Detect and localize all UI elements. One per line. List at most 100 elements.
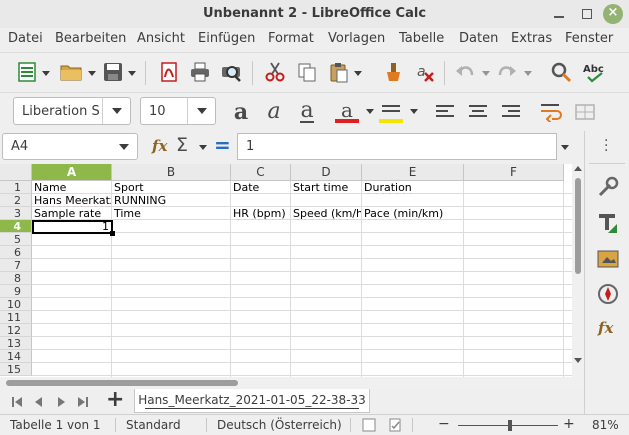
cell-c1[interactable]: Date <box>231 181 290 194</box>
save-button[interactable] <box>100 59 126 85</box>
font-color-button[interactable]: a <box>334 97 360 123</box>
export-pdf-button[interactable] <box>156 59 182 85</box>
horizontal-scrollbar[interactable] <box>0 377 584 389</box>
add-sheet-icon[interactable]: + <box>106 387 124 412</box>
zoom-in-icon[interactable]: + <box>563 416 575 432</box>
row-header-9[interactable]: 9 <box>0 285 32 298</box>
maximize-button[interactable] <box>577 4 597 24</box>
menu-bearbeiten[interactable]: Bearbeiten <box>55 31 126 46</box>
font-name-combo[interactable]: Liberation S <box>13 97 131 125</box>
align-left-button[interactable] <box>432 99 458 125</box>
paste-button[interactable] <box>326 59 352 85</box>
undo-button[interactable] <box>452 59 478 85</box>
row-header-2[interactable]: 2 <box>0 194 32 207</box>
row-header-14[interactable]: 14 <box>0 350 32 363</box>
row-header-10[interactable]: 10 <box>0 298 32 311</box>
language-status[interactable]: Deutsch (Österreich) <box>217 418 342 432</box>
spelling-button[interactable]: Abc <box>581 59 607 85</box>
paste-dropdown-arrow[interactable] <box>354 71 362 77</box>
spreadsheet-grid[interactable]: A B C D E F 1 2 3 4 5 6 7 8 9 10 11 12 13 14 15 Name Sport Date… <box>0 164 584 377</box>
column-header-f[interactable]: F <box>464 164 564 181</box>
print-button[interactable] <box>187 59 213 85</box>
align-right-button[interactable] <box>498 99 524 125</box>
column-header-c[interactable]: C <box>231 164 291 181</box>
cell-d1[interactable]: Start time <box>291 181 361 194</box>
select-all-corner[interactable] <box>0 164 32 181</box>
next-sheet-icon[interactable] <box>54 395 68 409</box>
chevron-down-icon[interactable] <box>102 98 130 124</box>
redo-dropdown-arrow[interactable] <box>524 71 532 77</box>
properties-wrench-icon[interactable] <box>596 175 620 199</box>
menu-ansicht[interactable]: Ansicht <box>137 31 185 46</box>
row-header-12[interactable]: 12 <box>0 324 32 337</box>
navigator-compass-icon[interactable] <box>596 282 620 306</box>
menu-datei[interactable]: Datei <box>8 31 43 46</box>
row-header-13[interactable]: 13 <box>0 337 32 350</box>
row-header-15[interactable]: 15 <box>0 363 32 376</box>
highlight-color-button[interactable] <box>378 97 404 123</box>
column-header-a[interactable]: A <box>32 164 112 181</box>
cell-b2[interactable]: RUNNING <box>112 194 230 207</box>
open-button[interactable] <box>58 59 84 85</box>
wrap-text-button[interactable] <box>538 99 564 125</box>
vertical-scrollbar[interactable] <box>572 164 584 377</box>
row-header-7[interactable]: 7 <box>0 259 32 272</box>
find-replace-button[interactable] <box>548 59 574 85</box>
column-header-d[interactable]: D <box>291 164 362 181</box>
functions-icon[interactable]: fx <box>598 319 613 337</box>
menu-einfuegen[interactable]: Einfügen <box>198 31 255 46</box>
formula-input[interactable]: 1 <box>237 133 557 160</box>
row-header-3[interactable]: 3 <box>0 207 32 220</box>
styles-icon[interactable] <box>596 211 620 235</box>
cell-a3[interactable]: Sample rate <box>32 207 111 220</box>
row-header-5[interactable]: 5 <box>0 233 32 246</box>
print-preview-button[interactable] <box>218 59 244 85</box>
row-header-1[interactable]: 1 <box>0 181 32 194</box>
page-style-status[interactable]: Standard <box>126 418 181 432</box>
font-color-dropdown-arrow[interactable] <box>366 109 374 115</box>
menu-vorlagen[interactable]: Vorlagen <box>328 31 385 46</box>
sidebar-menu-icon[interactable]: · · · <box>604 134 608 158</box>
new-dropdown-arrow[interactable] <box>42 71 50 77</box>
cut-button[interactable] <box>262 59 288 85</box>
column-header-b[interactable]: B <box>112 164 231 181</box>
new-spreadsheet-button[interactable] <box>14 59 40 85</box>
column-header-e[interactable]: E <box>362 164 464 181</box>
sum-icon[interactable]: Σ <box>176 134 188 156</box>
scroll-down-arrow[interactable] <box>574 358 582 363</box>
clone-formatting-button[interactable] <box>380 59 406 85</box>
cell-a2[interactable]: Hans Meerkatz <box>32 194 111 207</box>
formula-equals-icon[interactable]: = <box>214 133 231 157</box>
sheet-tab-active[interactable]: Hans_Meerkatz_2021-01-05_22-38-33 <box>134 389 370 413</box>
menu-daten[interactable]: Daten <box>459 31 498 46</box>
menu-format[interactable]: Format <box>268 31 314 46</box>
close-button[interactable]: × <box>603 4 623 24</box>
underline-button[interactable]: a <box>294 99 320 125</box>
cell-e1[interactable]: Duration <box>362 181 463 194</box>
last-sheet-icon[interactable] <box>76 395 90 409</box>
open-dropdown-arrow[interactable] <box>88 71 96 77</box>
font-size-combo[interactable]: 10 <box>140 97 216 125</box>
align-center-button[interactable] <box>465 99 491 125</box>
italic-button[interactable]: a <box>261 99 287 125</box>
expand-formula-arrow[interactable] <box>561 145 569 151</box>
cell-a1[interactable]: Name <box>32 181 111 194</box>
clear-formatting-button[interactable]: a <box>412 59 438 85</box>
row-header-6[interactable]: 6 <box>0 246 32 259</box>
chevron-down-icon[interactable] <box>111 134 137 159</box>
save-dropdown-arrow[interactable] <box>128 71 136 77</box>
cell-d3[interactable]: Speed (km/h) <box>291 207 361 220</box>
cell-c3[interactable]: HR (bpm) <box>231 207 290 220</box>
merge-cells-button[interactable] <box>572 99 598 125</box>
cell-b3[interactable]: Time <box>112 207 230 220</box>
menu-fenster[interactable]: Fenster <box>565 31 613 46</box>
minimize-button[interactable] <box>549 4 569 24</box>
undo-dropdown-arrow[interactable] <box>482 71 490 77</box>
scroll-up-arrow[interactable] <box>574 166 582 171</box>
row-header-11[interactable]: 11 <box>0 311 32 324</box>
zoom-percent[interactable]: 81% <box>592 418 619 432</box>
copy-button[interactable] <box>294 59 320 85</box>
zoom-slider-knob[interactable] <box>508 420 512 431</box>
selection-mode-icon[interactable] <box>362 418 376 432</box>
redo-button[interactable] <box>494 59 520 85</box>
